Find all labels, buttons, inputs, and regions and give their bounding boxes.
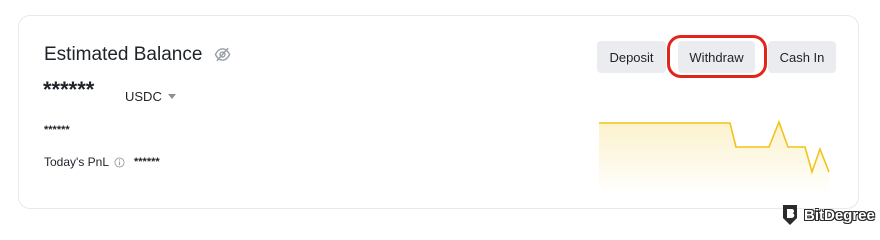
balance-title: Estimated Balance (44, 44, 203, 65)
cash-in-button[interactable]: Cash In (768, 41, 836, 73)
secondary-masked-value: ****** (44, 124, 70, 136)
sparkline-area (599, 122, 829, 196)
pnl-label: Today's PnL (44, 155, 109, 169)
currency-selector[interactable]: USDC (125, 89, 176, 104)
currency-label: USDC (125, 89, 162, 104)
balance-card: Estimated Balance ****** USDC ****** Tod… (18, 15, 859, 209)
balance-sparkline (599, 119, 830, 196)
eye-slash-icon[interactable] (214, 46, 231, 63)
watermark: BitDegree (780, 204, 875, 226)
watermark-text: BitDegree (804, 206, 875, 224)
info-icon[interactable] (114, 156, 125, 168)
withdraw-button[interactable]: Withdraw (678, 41, 755, 73)
caret-down-icon (167, 94, 176, 99)
bitdegree-logo-icon (783, 205, 797, 225)
balance-masked-value: ****** (43, 77, 95, 102)
todays-pnl: Today's PnL ****** (44, 155, 160, 169)
pnl-masked-value: ****** (134, 156, 160, 168)
deposit-button[interactable]: Deposit (597, 41, 666, 73)
